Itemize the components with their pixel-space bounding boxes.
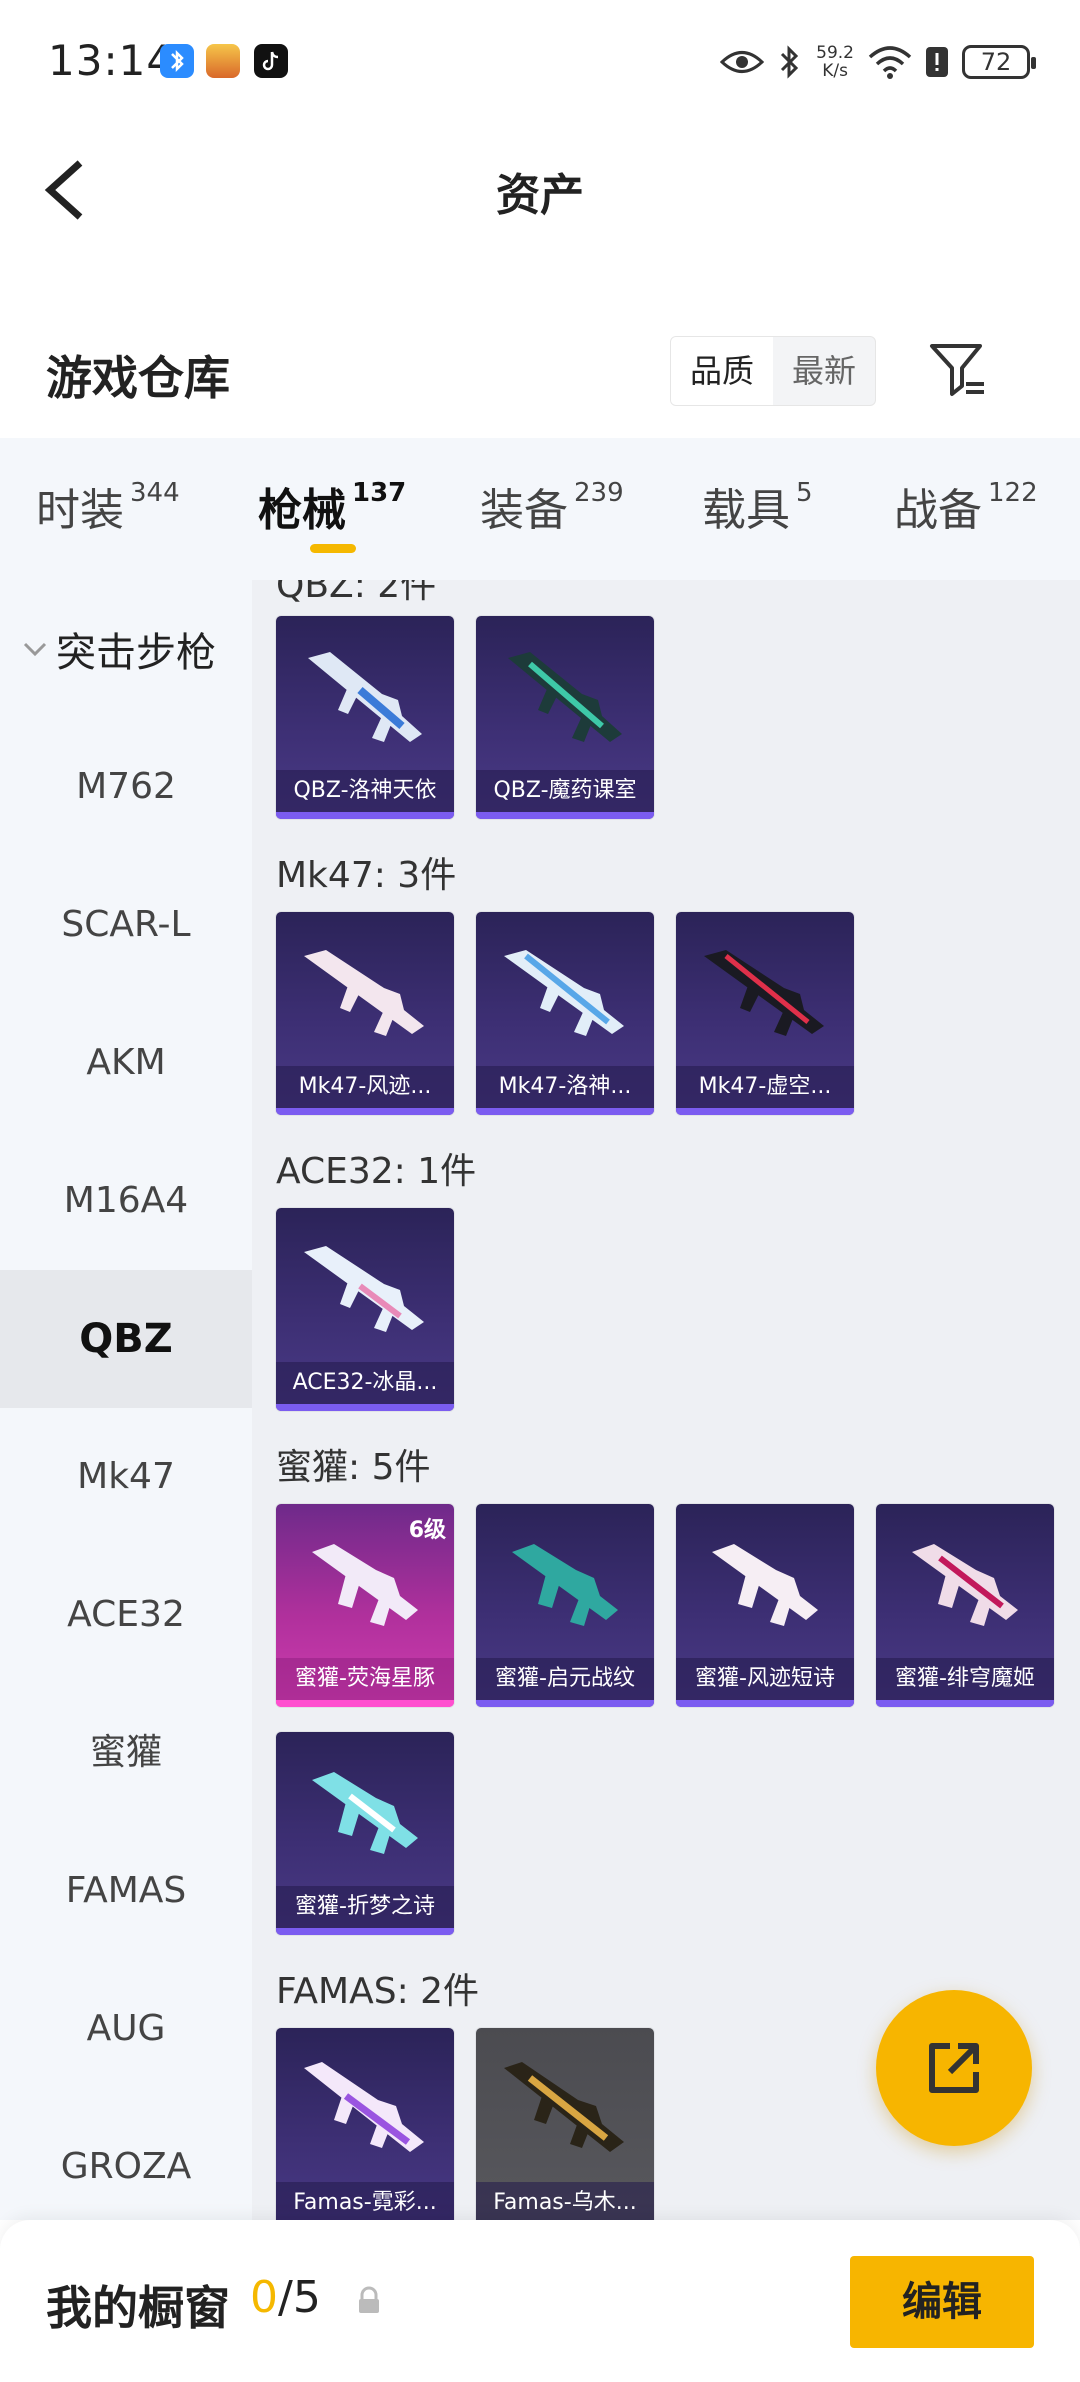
battery-icon: 72 bbox=[962, 45, 1036, 79]
active-tab-indicator bbox=[310, 544, 356, 553]
sidebar-group-assault-rifles[interactable]: 突击步枪 bbox=[0, 580, 252, 718]
rifle-icon bbox=[504, 2062, 624, 2152]
sidebar-item-qbz[interactable]: QBZ bbox=[0, 1270, 252, 1408]
sidebar-item-scar-l[interactable]: SCAR-L bbox=[0, 856, 252, 994]
section-label-honey-badger: 蜜獾: 5件 bbox=[276, 1447, 431, 1488]
page-title: 资产 bbox=[496, 170, 584, 221]
section-label-famas: FAMAS: 2件 bbox=[276, 1971, 480, 2012]
smg-icon bbox=[312, 1544, 418, 1626]
showcase-bar: 我的橱窗 0/5 编辑 bbox=[0, 2220, 1080, 2382]
skin-card[interactable]: ACE32-冰晶... bbox=[276, 1208, 454, 1411]
skin-card[interactable]: Mk47-虚空... bbox=[676, 912, 854, 1115]
sidebar-item-famas[interactable]: FAMAS bbox=[0, 1822, 252, 1960]
lock-icon bbox=[359, 2286, 379, 2313]
tab-outfits[interactable]: 时装 344 bbox=[36, 474, 180, 538]
tab-guns[interactable]: 枪械 137 bbox=[258, 474, 406, 538]
tab-vehicles[interactable]: 载具 5 bbox=[702, 474, 813, 538]
smg-icon bbox=[912, 1544, 1018, 1626]
showcase-count: 0/5 bbox=[250, 2272, 321, 2323]
sidebar-item-m16a4[interactable]: M16A4 bbox=[0, 1132, 252, 1270]
skin-card[interactable]: 蜜獾-绯穹魔姬 bbox=[876, 1504, 1054, 1707]
smg-icon bbox=[712, 1544, 818, 1626]
rifle-icon bbox=[308, 652, 422, 742]
top-nav: 资产 bbox=[0, 125, 1080, 250]
category-tabs: 时装 344 枪械 137 装备 239 载具 5 战备 122 bbox=[0, 438, 1080, 580]
sidebar-item-groza[interactable]: GROZA bbox=[0, 2098, 252, 2220]
rifle-icon bbox=[508, 652, 622, 742]
chevron-down-icon bbox=[23, 642, 47, 657]
sidebar-group-label: 突击步枪 bbox=[56, 630, 216, 676]
share-icon bbox=[929, 2043, 979, 2093]
skin-card[interactable]: 蜜獾-折梦之诗 bbox=[276, 1732, 454, 1935]
eye-icon bbox=[720, 51, 765, 73]
sort-toggle: 品质 最新 bbox=[670, 336, 876, 406]
game-app-icon bbox=[206, 44, 240, 78]
skin-card[interactable]: Famas-霓彩... bbox=[276, 2028, 454, 2220]
rifle-icon bbox=[504, 950, 624, 1036]
sidebar-item-ace32[interactable]: ACE32 bbox=[0, 1546, 252, 1684]
net-speed: 59.2 K/s bbox=[816, 43, 854, 81]
sort-newest-button[interactable]: 最新 bbox=[773, 337, 875, 405]
skin-card[interactable]: QBZ-魔药课室 bbox=[476, 616, 654, 819]
filter-icon[interactable] bbox=[928, 340, 988, 402]
bluetooth-app-icon bbox=[160, 44, 194, 78]
weapon-grid: QBZ: 2件 QBZ-洛神天依 QBZ-魔药课室 Mk47: 3件 Mk47-… bbox=[252, 580, 1080, 2220]
warehouse-header: 游戏仓库 品质 最新 bbox=[0, 320, 1080, 440]
wifi-icon bbox=[868, 46, 912, 79]
section-label-mk47: Mk47: 3件 bbox=[276, 855, 457, 896]
skin-card[interactable]: Mk47-洛神... bbox=[476, 912, 654, 1115]
tab-equipment[interactable]: 装备 239 bbox=[480, 474, 624, 538]
section-label-qbz: QBZ: 2件 bbox=[276, 580, 437, 606]
sidebar-item-honey-badger[interactable]: 蜜獾 bbox=[0, 1684, 252, 1822]
smg-icon bbox=[512, 1544, 618, 1626]
showcase-title: 我的橱窗 bbox=[46, 2281, 230, 2335]
smg-icon bbox=[312, 1772, 418, 1854]
skin-card[interactable]: 蜜獾-启元战纹 bbox=[476, 1504, 654, 1707]
tab-supplies[interactable]: 战备 122 bbox=[894, 474, 1038, 538]
sidebar-item-akm[interactable]: AKM bbox=[0, 994, 252, 1132]
section-label-ace32: ACE32: 1件 bbox=[276, 1151, 477, 1192]
status-time: 13:14 bbox=[48, 36, 175, 85]
sidebar-item-m762[interactable]: M762 bbox=[0, 718, 252, 856]
alert-icon bbox=[926, 47, 948, 77]
warehouse-title: 游戏仓库 bbox=[46, 351, 230, 405]
skin-card[interactable]: Mk47-风迹... bbox=[276, 912, 454, 1115]
bluetooth-icon bbox=[781, 45, 799, 79]
weapon-sidebar: 突击步枪 M762 SCAR-L AKM M16A4 QBZ Mk47 ACE3… bbox=[0, 580, 252, 2220]
skin-card[interactable]: 蜜獾-风迹短诗 bbox=[676, 1504, 854, 1707]
skin-card[interactable]: QBZ-洛神天依 bbox=[276, 616, 454, 819]
rifle-icon bbox=[704, 950, 824, 1036]
sidebar-item-aug[interactable]: AUG bbox=[0, 1960, 252, 2098]
sidebar-item-mk47[interactable]: Mk47 bbox=[0, 1408, 252, 1546]
status-bar: 13:14 59.2 K/s 72 bbox=[0, 0, 1080, 125]
sort-quality-button[interactable]: 品质 bbox=[671, 337, 773, 405]
rifle-icon bbox=[304, 1246, 424, 1332]
edit-button[interactable]: 编辑 bbox=[850, 2256, 1034, 2348]
rifle-icon bbox=[304, 2062, 424, 2152]
rifle-icon bbox=[304, 950, 424, 1036]
skin-card[interactable]: 6级 蜜獾-荧海星豚 bbox=[276, 1504, 454, 1707]
skin-card[interactable]: Famas-乌木... bbox=[476, 2028, 654, 2220]
share-button[interactable] bbox=[876, 1990, 1032, 2146]
tiktok-app-icon bbox=[254, 44, 288, 78]
